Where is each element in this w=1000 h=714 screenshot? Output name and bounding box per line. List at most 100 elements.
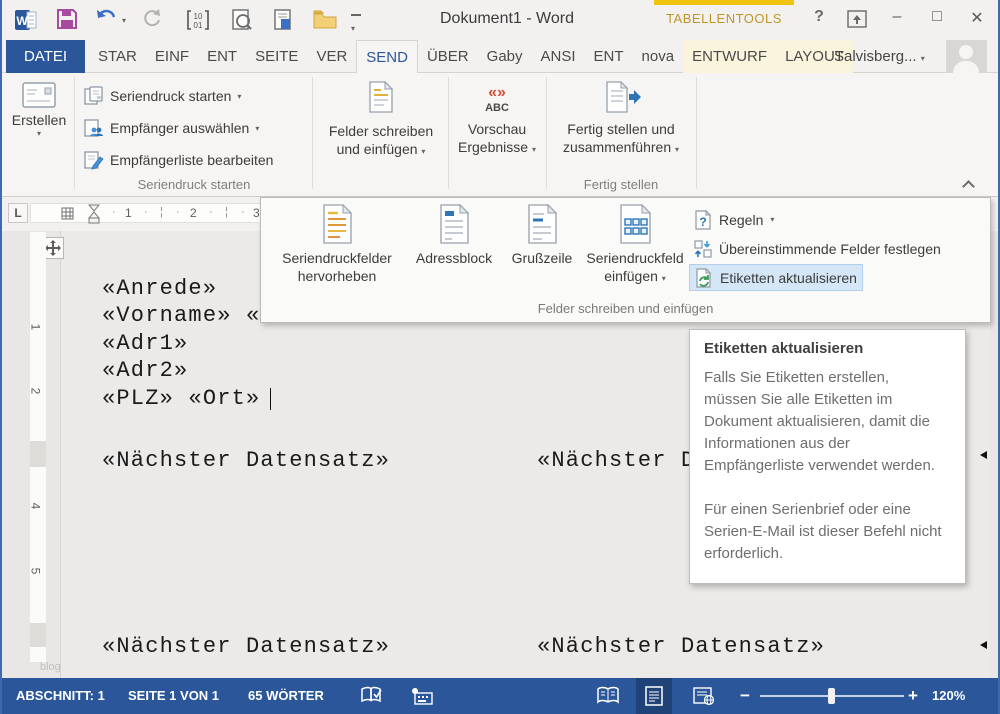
print-layout-button[interactable] (636, 678, 672, 714)
regeln-menu-item[interactable]: ? Regeln▾ (689, 206, 779, 233)
vorschau-ergebnisse-button[interactable]: «»ABC Vorschau Ergebnisse ▾ (452, 77, 542, 159)
minimize-button[interactable]: – (884, 8, 910, 26)
preview-results-icon: «»ABC (477, 81, 517, 115)
row-boundary-marker[interactable] (30, 623, 46, 647)
indent-markers[interactable] (87, 204, 101, 224)
adressblock-button[interactable]: Adressblock (407, 202, 501, 267)
seriendruckfeld-einfuegen-button[interactable]: Seriendruckfeld einfügen ▾ (583, 202, 687, 288)
empfaengerliste-bearbeiten-button[interactable]: Empfängerliste bearbeiten (84, 147, 273, 173)
undo-icon[interactable] (95, 8, 121, 32)
etiketten-tooltip: Etiketten aktualisieren Falls Sie Etiket… (689, 329, 966, 584)
svg-text:10: 10 (194, 12, 203, 21)
tab-ueberpruefen[interactable]: ÜBER (418, 40, 478, 73)
account-menu[interactable]: Salvisberg... ▾ (834, 40, 925, 73)
word-count[interactable]: 65 WÖRTER (248, 678, 324, 714)
next-record-field[interactable]: «Nächster Datensatz» (537, 634, 825, 659)
group-label-seriendruck-starten: Seriendruck starten (84, 177, 304, 192)
ribbon-tabs: STAR EINF ENT SEITE VER SEND ÜBER Gaby A… (89, 40, 853, 73)
next-record-field[interactable]: «Nächster Datensatz» (102, 448, 390, 473)
open-folder-icon[interactable] (312, 8, 338, 32)
start-mailmerge-icon (84, 86, 104, 106)
field-codes-icon[interactable]: 1001 (185, 8, 211, 32)
greeting-line-icon (526, 204, 558, 244)
merge-field-adr2[interactable]: «Adr2» (102, 358, 188, 383)
zoom-out-button[interactable]: − (740, 678, 750, 714)
group-label-fertig-stellen: Fertig stellen (552, 177, 690, 192)
zoom-level[interactable]: 120% (932, 678, 965, 714)
page-indicator[interactable]: SEITE 1 VON 1 (128, 678, 219, 714)
web-layout-button[interactable] (686, 678, 722, 714)
print-preview-icon[interactable] (230, 8, 256, 32)
ribbon-display-options-icon[interactable] (847, 10, 867, 28)
tab-ent[interactable]: ENT (585, 40, 633, 73)
group-label-felder-schreiben: Felder schreiben und einfügen (261, 301, 990, 316)
account-name: Salvisberg... (834, 48, 917, 65)
qat-overflow-icon[interactable]: ▾ (351, 14, 361, 36)
text-cursor (270, 388, 271, 410)
tab-entwurf[interactable]: ENT (198, 40, 246, 73)
vertical-ruler: 1 2 4 5 (30, 232, 46, 662)
collapse-ribbon-icon[interactable] (964, 182, 973, 191)
tab-ansi[interactable]: ANSI (532, 40, 585, 73)
uebereinstimmende-felder-menu-item[interactable]: Übereinstimmende Felder festlegen (689, 235, 946, 262)
help-icon[interactable]: ? (806, 8, 832, 26)
tab-verweise[interactable]: VER (307, 40, 356, 73)
svg-text:«»: «» (488, 84, 506, 101)
merge-field-plz-ort[interactable]: «PLZ» «Ort» (102, 386, 260, 411)
tab-nova[interactable]: nova (633, 40, 684, 73)
v-ruler-number-4: 4 (28, 503, 42, 510)
erstellen-button[interactable]: Erstellen ▾ (8, 77, 70, 138)
tab-datei[interactable]: DATEI (6, 40, 85, 73)
proofing-status-icon[interactable] (354, 678, 390, 714)
contextual-tools-strip (654, 0, 794, 5)
fertig-stellen-button[interactable]: Fertig stellen und zusammenführen ▾ (552, 77, 690, 159)
restore-button[interactable]: □ (924, 8, 950, 26)
select-recipients-icon (84, 118, 104, 138)
zoom-slider-handle[interactable] (828, 688, 835, 704)
tab-stop-selector[interactable]: L (8, 203, 28, 223)
merge-field-adr1[interactable]: «Adr1» (102, 331, 188, 356)
edit-recipient-list-icon (84, 150, 104, 170)
empfaenger-auswaehlen-button[interactable]: Empfänger auswählen▾ (84, 115, 259, 141)
tab-sendungen[interactable]: SEND (356, 40, 418, 73)
avatar[interactable] (946, 40, 987, 73)
undo-dropdown-icon[interactable]: ▾ (122, 16, 126, 25)
merge-field-vorname[interactable]: «Vorname» «N (102, 303, 275, 328)
svg-text:01: 01 (194, 21, 203, 30)
insert-merge-field-icon (617, 204, 653, 244)
tooltip-title: Etiketten aktualisieren (704, 340, 951, 357)
svg-text:ABC: ABC (485, 102, 509, 114)
tab-seite[interactable]: SEITE (246, 40, 307, 73)
tab-start[interactable]: STAR (89, 40, 146, 73)
title-bar: W ▾ 1001 ▾ Dokument1 - Word TABELLENT (2, 0, 1000, 40)
tab-tabellen-entwurf[interactable]: ENTWURF (683, 40, 776, 73)
ribbon-tab-row: DATEI STAR EINF ENT SEITE VER SEND ÜBER … (2, 40, 1000, 73)
quick-print-icon[interactable] (272, 8, 298, 32)
felder-schreiben-einfuegen-button[interactable]: Felder schreiben und einfügen ▾ (318, 77, 444, 161)
tab-gaby[interactable]: Gaby (478, 40, 532, 73)
h-ruler-number-3: 3 (253, 206, 260, 220)
left-arrow-marker (980, 641, 987, 649)
seriendruck-starten-button[interactable]: Seriendruck starten▾ (84, 83, 241, 109)
v-ruler-number-5: 5 (28, 568, 42, 575)
zoom-in-button[interactable]: + (908, 678, 918, 714)
tab-einfuegen[interactable]: EINF (146, 40, 198, 73)
row-boundary-marker[interactable] (30, 441, 46, 467)
write-insert-fields-icon (368, 81, 394, 113)
merge-field-anrede[interactable]: «Anrede» (102, 276, 217, 301)
read-mode-button[interactable] (590, 678, 626, 714)
next-record-field[interactable]: «Nächster Datensatz» (102, 634, 390, 659)
word-logo-icon[interactable]: W (14, 8, 40, 32)
etiketten-aktualisieren-menu-item[interactable]: Etiketten aktualisieren (689, 264, 863, 291)
h-ruler-number-2: 2 (190, 206, 197, 220)
macro-recording-icon[interactable] (404, 678, 440, 714)
ribbon: Erstellen ▾ Seriendruck starten▾ Empfäng… (2, 73, 1000, 197)
section-indicator[interactable]: ABSCHNITT: 1 (16, 678, 105, 714)
left-arrow-marker (980, 451, 987, 459)
redo-icon[interactable] (142, 8, 168, 32)
seriendruckfelder-hervorheben-button[interactable]: Seriendruckfelder hervorheben (269, 202, 405, 285)
close-button[interactable]: ✕ (964, 8, 990, 28)
grusszeile-button[interactable]: Grußzeile (503, 202, 581, 267)
save-icon[interactable] (56, 8, 82, 32)
table-grid-marker-icon (61, 207, 74, 220)
